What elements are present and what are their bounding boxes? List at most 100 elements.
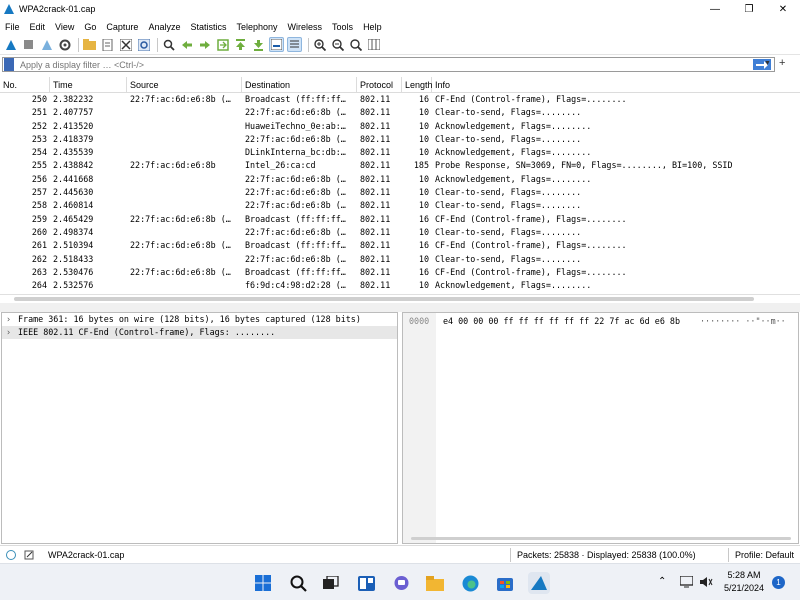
auto-scroll-button[interactable] [269,37,284,52]
menu-tools[interactable]: Tools [327,22,358,32]
packet-row[interactable]: 255 2.438842 22:7f:ac:6d:e6:8b Intel_26:ca:… [0,159,800,172]
open-file-button[interactable] [82,37,97,52]
teams-chat-button[interactable] [390,572,412,594]
menu-help[interactable]: Help [358,22,387,32]
toolbar-separator [78,37,79,52]
go-forward-button[interactable] [197,37,212,52]
reload-file-button[interactable] [136,37,151,52]
start-button[interactable] [252,572,274,594]
colorize-button[interactable] [287,37,302,52]
find-packet-button[interactable] [161,37,176,52]
packet-no: 259 [31,213,47,224]
store-button[interactable] [494,572,516,594]
file-explorer-button[interactable] [424,572,446,594]
menu-statistics[interactable]: Statistics [185,22,231,32]
resize-columns-button[interactable] [366,37,381,52]
windows-logo-icon [255,575,271,591]
column-header-protocol[interactable]: Protocol [357,77,402,92]
bytes-scrollbar[interactable] [411,537,791,540]
packet-row[interactable]: 252 2.413520 HuaweiTechno_0e:ab:… 802.11 10 A… [0,120,800,133]
expand-arrow-icon[interactable]: › [6,326,18,339]
packet-source [127,133,242,146]
tray-overflow-chevron-icon[interactable]: ⌃ [658,576,666,587]
packet-row[interactable]: 251 2.407757 22:7f:ac:6d:e6:8b (… 802.11 10 C… [0,106,800,119]
widgets-button[interactable] [355,572,377,594]
bytes-hex[interactable]: e4 00 00 00 ff ff ff ff ff ff 22 7f ac 6… [443,316,680,326]
first-packet-button[interactable] [233,37,248,52]
last-packet-button[interactable] [251,37,266,52]
packet-row[interactable]: 253 2.418379 22:7f:ac:6d:e6:8b (… 802.11 10 C… [0,133,800,146]
menu-wireless[interactable]: Wireless [283,22,328,32]
status-profile[interactable]: Profile: Default [735,550,794,560]
zoom-out-button[interactable] [330,37,345,52]
column-header-no[interactable]: No. [0,77,50,92]
packet-no: 250 [31,94,47,104]
restart-capture-button[interactable] [39,37,54,52]
expand-arrow-icon[interactable]: › [6,313,18,326]
wireshark-taskbar-button[interactable] [528,572,550,594]
packet-destination: 22:7f:ac:6d:e6:8b (… [245,107,346,118]
go-to-packet-button[interactable] [215,37,230,52]
menu-analyze[interactable]: Analyze [143,22,185,32]
packet-destination: Broadcast (ff:ff:ff… [245,213,346,224]
display-filter-input[interactable] [20,59,753,70]
save-file-button[interactable] [100,37,115,52]
edge-browser-button[interactable] [459,572,481,594]
packet-row[interactable]: 250 2.382232 22:7f:ac:6d:e6:8b (… Broadcast… [0,93,800,106]
taskbar-search-button[interactable] [287,572,309,594]
packet-list-horizontal-scrollbar[interactable] [0,294,800,302]
close-button[interactable]: ✕ [766,0,800,18]
capture-options-button[interactable] [57,37,72,52]
menu-view[interactable]: View [50,22,79,32]
packet-row[interactable]: 258 2.460814 22:7f:ac:6d:e6:8b (… 802.11 10 C… [0,199,800,212]
menu-telephony[interactable]: Telephony [231,22,282,32]
capture-comment-icon[interactable] [24,550,34,560]
packet-details-pane: › Frame 361: 16 bytes on wire (128 bits),… [1,312,398,544]
detail-row-frame[interactable]: › Frame 361: 16 bytes on wire (128 bits),… [2,313,397,326]
close-file-button[interactable] [118,37,133,52]
bytes-ascii[interactable]: ········ ··"··m·· [700,316,786,326]
filter-history-dropdown[interactable]: ▼ [764,60,771,67]
packet-row[interactable]: 262 2.518433 22:7f:ac:6d:e6:8b (… 802.11 10 C… [0,253,800,266]
normal-size-button[interactable] [348,37,363,52]
packet-row[interactable]: 254 2.435539 DLinkInterna_bc:db:… 802.11 10 A… [0,146,800,159]
menu-edit[interactable]: Edit [25,22,51,32]
packet-row[interactable]: 260 2.498374 22:7f:ac:6d:e6:8b (… 802.11 10 C… [0,226,800,239]
system-clock[interactable]: 5:28 AM 5/21/2024 [724,569,764,595]
packet-row[interactable]: 261 2.510394 22:7f:ac:6d:e6:8b (… Broadcast… [0,239,800,252]
stop-capture-button[interactable] [21,37,36,52]
expert-info-icon[interactable] [6,549,16,560]
detail-row-ieee80211[interactable]: › IEEE 802.11 CF-End (Control-frame), Fla… [2,326,397,339]
display-icon[interactable] [679,575,694,591]
packet-source [127,226,242,239]
packet-row[interactable]: 264 2.532576 f6:9d:c4:98:d2:28 (… 802.11 10 A… [0,279,800,292]
pane-splitter[interactable] [0,303,800,312]
column-header-info[interactable]: Info [432,77,800,92]
start-capture-button[interactable] [3,37,18,52]
notification-badge[interactable]: 1 [772,576,785,589]
packet-info: CF-End (Control-frame), Flags=........ [435,266,627,277]
packet-time: 2.465429 [53,213,94,224]
column-header-source[interactable]: Source [127,77,242,92]
maximize-button[interactable]: ❐ [732,0,766,18]
menu-go[interactable]: Go [79,22,101,32]
add-filter-button[interactable]: + [779,57,785,69]
packet-row[interactable]: 259 2.465429 22:7f:ac:6d:e6:8b (… Broadcast… [0,213,800,226]
go-back-button[interactable] [179,37,194,52]
minimize-button[interactable]: — [698,0,732,18]
packet-source: 22:7f:ac:6d:e6:8b (… [130,213,231,224]
scrollbar-thumb[interactable] [14,297,754,301]
task-view-button[interactable] [320,572,342,594]
packet-row[interactable]: 256 2.441668 22:7f:ac:6d:e6:8b (… 802.11 10 A… [0,173,800,186]
packet-row[interactable]: 257 2.445630 22:7f:ac:6d:e6:8b (… 802.11 10 C… [0,186,800,199]
column-header-destination[interactable]: Destination [242,77,357,92]
column-header-length[interactable]: Length [402,77,433,92]
column-header-time[interactable]: Time [50,77,127,92]
volume-icon[interactable] [700,576,713,591]
menu-file[interactable]: File [0,22,25,32]
menu-capture[interactable]: Capture [101,22,143,32]
bookmark-icon[interactable] [4,58,14,71]
display-filter-bar [2,57,775,72]
packet-row[interactable]: 263 2.530476 22:7f:ac:6d:e6:8b (… Broadcast… [0,266,800,279]
zoom-in-button[interactable] [312,37,327,52]
